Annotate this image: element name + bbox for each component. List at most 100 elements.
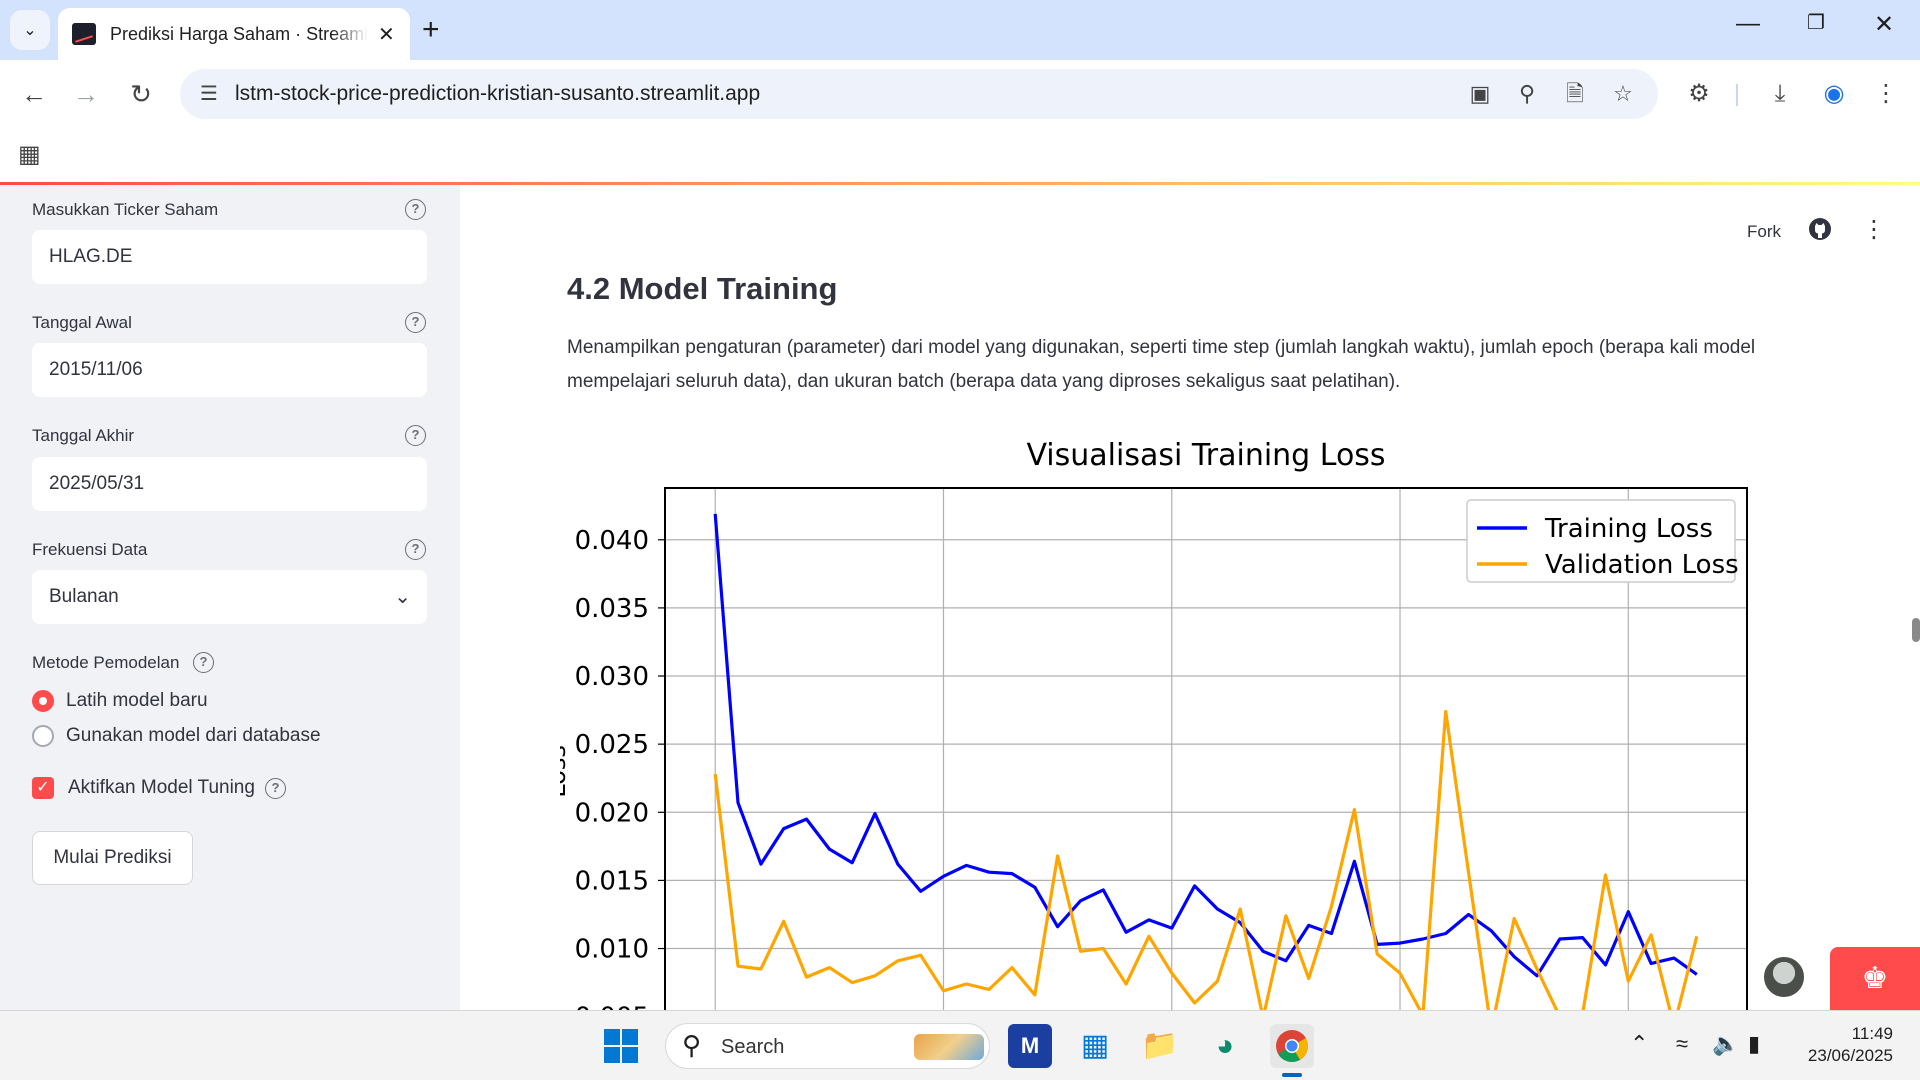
method-label: Metode Pemodelan	[32, 653, 180, 672]
zoom-icon[interactable]: ⚲	[1512, 79, 1542, 109]
start-date-label: Tanggal Awal	[32, 313, 132, 332]
ticker-label: Masukkan Ticker Saham	[32, 200, 219, 219]
y-tick-label: 0.020	[575, 798, 649, 828]
radio-label: Latih model baru	[66, 690, 208, 711]
frequency-value: Bulanan	[49, 586, 119, 607]
windows-taskbar: ⚲ Search M ▦ 📁 ◕ ⌃ ≈ 🔈 ▮ 11:49 23/06/202…	[0, 1010, 1920, 1080]
close-window-button[interactable]: ✕	[1864, 10, 1904, 39]
search-placeholder: Search	[721, 1036, 785, 1058]
frequency-help-icon[interactable]: ?	[405, 539, 426, 560]
method-help-icon[interactable]: ?	[193, 652, 214, 673]
frequency-select[interactable]: Bulanan ⌄	[32, 570, 427, 624]
app-menu-icon[interactable]: ⋮	[1862, 215, 1886, 244]
tab-title: Prediksi Harga Saham · Streamlit	[110, 23, 368, 44]
download-icon[interactable]: ⤓	[1764, 78, 1796, 110]
ticker-help-icon[interactable]: ?	[405, 199, 426, 220]
end-date-help-icon[interactable]: ?	[405, 425, 426, 446]
description-paragraph: Menampilkan pengaturan (parameter) dari …	[567, 337, 1756, 392]
main-content: Fork ⋮ 4.2 Model Training Menampilkan pe…	[460, 185, 1920, 1010]
y-tick-label: 0.030	[575, 662, 649, 692]
volume-muted-icon[interactable]: 🔈	[1712, 1031, 1739, 1057]
windows-start-icon[interactable]	[604, 1029, 638, 1063]
reload-icon[interactable]: ↻	[123, 76, 159, 112]
bookmarks-bar: ▦	[0, 128, 1920, 182]
radio-unselected[interactable]	[32, 725, 54, 747]
streamlit-crown-icon[interactable]: ♚	[1830, 947, 1920, 1010]
bookmark-star-icon[interactable]: ☆	[1608, 79, 1638, 109]
tuning-label: Aktifkan Model Tuning	[68, 777, 255, 798]
profile-icon[interactable]: ◉	[1818, 78, 1850, 110]
store-icon[interactable]: ▦	[1073, 1024, 1117, 1068]
legend-label: Validation Loss	[1545, 550, 1739, 580]
save-page-icon[interactable]: 🗎	[1560, 79, 1590, 109]
y-tick-label: 0.015	[575, 866, 649, 896]
fork-button[interactable]: Fork	[1747, 222, 1781, 242]
legend-label: Training Loss	[1544, 514, 1713, 544]
url-text[interactable]: lstm-stock-price-prediction-kristian-sus…	[235, 82, 760, 106]
apps-grid-icon[interactable]: ▦	[18, 140, 41, 169]
ticker-input[interactable]: HLAG.DE	[32, 230, 427, 284]
radio-label: Gunakan model dari database	[66, 725, 321, 746]
clock-time: 11:49	[1851, 1024, 1893, 1043]
back-arrow-icon[interactable]: ←	[16, 76, 52, 112]
y-tick-label: 0.005	[575, 1003, 649, 1010]
sidebar: Masukkan Ticker Saham ? HLAG.DE Tanggal …	[0, 185, 460, 1010]
address-bar[interactable]: ☰ lstm-stock-price-prediction-kristian-s…	[180, 69, 1658, 119]
tuning-help-icon[interactable]: ?	[264, 777, 286, 799]
new-tab-button[interactable]: +	[422, 12, 440, 48]
battery-icon[interactable]: ▮	[1748, 1031, 1760, 1057]
end-date-input[interactable]: 2025/05/31	[32, 457, 427, 511]
avatar[interactable]	[1762, 955, 1806, 999]
chevron-up-icon[interactable]: ⌃	[1630, 1031, 1648, 1057]
github-icon[interactable]	[1808, 217, 1832, 241]
chart-title: Visualisasi Training Loss	[1026, 438, 1385, 473]
active-app-indicator	[1282, 1073, 1302, 1077]
training-loss-line	[713, 513, 1698, 978]
tab-search-button[interactable]: ⌄	[10, 10, 50, 50]
training-loss-chart: Visualisasi Training Loss 0.040 0.035 0.030…	[560, 438, 1748, 1010]
close-tab-icon[interactable]: ✕	[378, 22, 395, 47]
minimize-button[interactable]: —	[1728, 10, 1768, 38]
start-date-help-icon[interactable]: ?	[405, 312, 426, 333]
file-explorer-icon[interactable]: 📁	[1138, 1024, 1182, 1068]
y-tick-label: 0.010	[575, 935, 649, 965]
search-highlight-image	[914, 1034, 984, 1060]
browser-tab-bar: ⌄ Prediksi Harga Saham · Streamlit ✕ + —…	[0, 0, 1920, 60]
site-settings-icon[interactable]: ☰	[194, 79, 224, 109]
checkmark-icon[interactable]: ✓	[32, 777, 54, 799]
streamlit-favicon-icon	[72, 23, 96, 45]
wifi-icon[interactable]: ≈	[1676, 1031, 1688, 1057]
forward-arrow-icon[interactable]: →	[68, 76, 104, 112]
y-tick-label: 0.035	[575, 594, 649, 624]
radio-option-database-model[interactable]: Gunakan model dari database	[32, 725, 321, 747]
radio-selected[interactable]	[32, 690, 54, 712]
edge-icon[interactable]: ◕	[1203, 1024, 1247, 1068]
browser-tab[interactable]: Prediksi Harga Saham · Streamlit ✕	[58, 8, 410, 60]
chevron-down-icon: ⌄	[23, 22, 37, 39]
page-title: 4.2 Model Training	[567, 271, 838, 306]
system-clock[interactable]: 11:49 23/06/2025	[1797, 1023, 1893, 1067]
start-prediction-button[interactable]: Mulai Prediksi	[32, 831, 193, 885]
search-icon: ⚲	[682, 1030, 702, 1060]
app-m-icon[interactable]: M	[1008, 1024, 1052, 1068]
install-app-icon[interactable]: ▣	[1465, 79, 1495, 109]
restore-button[interactable]: ❐	[1796, 10, 1836, 35]
scrollbar-thumb[interactable]	[1912, 618, 1920, 642]
validation-loss-line	[713, 709, 1699, 1010]
chevron-down-icon: ⌄	[394, 586, 411, 608]
frequency-label: Frekuensi Data	[32, 540, 148, 559]
extensions-icon[interactable]: ⚙	[1683, 78, 1715, 110]
taskbar-search[interactable]: ⚲ Search	[665, 1023, 990, 1069]
chrome-icon[interactable]	[1270, 1024, 1314, 1068]
clock-date: 23/06/2025	[1807, 1046, 1893, 1065]
browser-toolbar: ← → ↻ ☰ lstm-stock-price-prediction-kris…	[0, 60, 1920, 128]
y-tick-label: 0.040	[575, 526, 649, 556]
tuning-checkbox-row[interactable]: ✓ Aktifkan Model Tuning ?	[32, 777, 286, 799]
toolbar-separator	[1736, 84, 1738, 106]
end-date-label: Tanggal Akhir	[32, 426, 135, 445]
menu-kebab-icon[interactable]: ⋮	[1870, 78, 1902, 110]
radio-option-new-model[interactable]: Latih model baru	[32, 690, 208, 712]
start-date-input[interactable]: 2015/11/06	[32, 343, 427, 397]
y-axis-label: Loss	[560, 745, 571, 798]
y-tick-label: 0.025	[575, 730, 649, 760]
